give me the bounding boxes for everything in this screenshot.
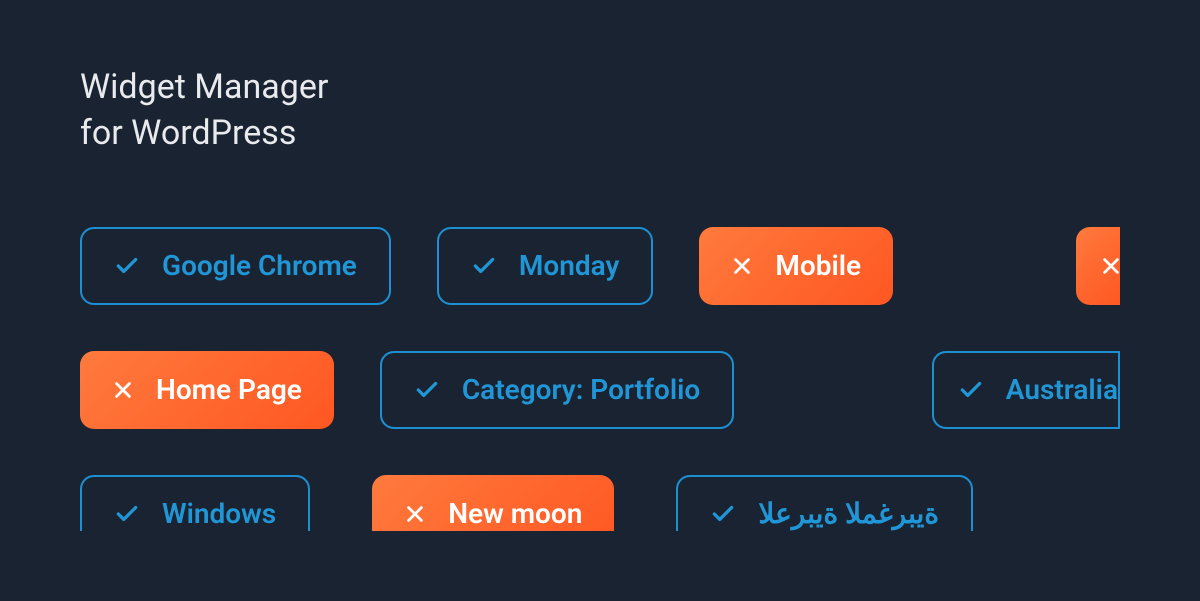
tag-google-chrome[interactable]: Google Chrome [80,227,391,305]
tag-australia[interactable]: Australia [932,351,1120,429]
cross-icon [731,255,753,277]
page-title: Widget Manager for WordPress [80,65,1120,157]
check-icon [471,253,497,279]
cross-icon [404,503,426,525]
tag-label: Windows [162,497,276,530]
tag-windows[interactable]: Windows [80,475,310,531]
tag-row-1: Google Chrome Monday Mobile [80,227,1120,305]
check-icon [414,377,440,403]
check-icon [958,377,984,403]
tag-row-2: Home Page Category: Portfolio Australia [80,351,1120,429]
tags-container: Google Chrome Monday Mobile Home Pag [80,227,1120,531]
tag-label: Google Chrome [162,249,357,282]
tag-label: Australia [1006,373,1118,406]
cross-icon [1100,255,1122,277]
tag-home-page[interactable]: Home Page [80,351,334,429]
tag-row-3: Windows New moon ةيبرغملا ةيبرعلا [80,475,1120,531]
tag-label: Home Page [156,373,302,406]
title-line-2: for WordPress [80,113,296,153]
tag-label: Monday [519,249,620,282]
check-icon [710,501,736,527]
tag-monday[interactable]: Monday [437,227,654,305]
tag-mobile[interactable]: Mobile [699,227,893,305]
tag-category-portfolio[interactable]: Category: Portfolio [380,351,734,429]
tag-label: New moon [448,497,582,530]
check-icon [114,253,140,279]
cross-icon [112,379,134,401]
title-line-1: Widget Manager [80,67,328,107]
tag-label: ةيبرغملا ةيبرعلا [758,497,939,530]
tag-new-moon[interactable]: New moon [372,475,614,531]
tag-label: Mobile [775,249,861,282]
check-icon [114,501,140,527]
tag-partial-right[interactable] [1076,227,1120,305]
tag-arabic[interactable]: ةيبرغملا ةيبرعلا [676,475,973,531]
tag-label: Category: Portfolio [462,373,700,406]
